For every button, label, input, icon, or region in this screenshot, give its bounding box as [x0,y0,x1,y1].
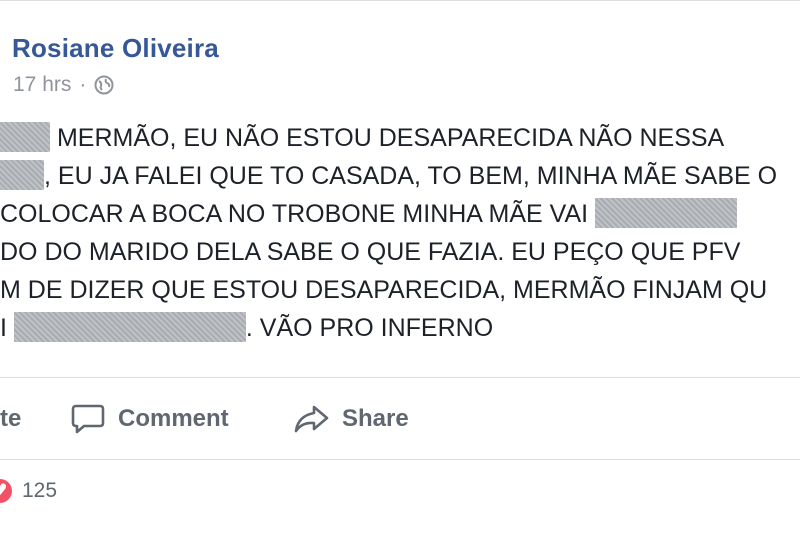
heart-icon [0,479,12,503]
post-line-text: COLOCAR A BOCA NO TROBONE MINHA MÃE VAI [0,200,596,228]
comment-label: Comment [118,405,229,432]
post-line: M DE DIZER QUE ESTOU DESAPARECIDA, MERMÃ… [0,271,800,309]
post-line-text: . VÃO PRO INFERNO [245,314,494,342]
post-line-text: DO DO MARIDO DELA SABE O QUE FAZIA. EU P… [0,238,741,266]
author-name[interactable]: Rosiane Oliveira [12,33,219,64]
share-label: Share [342,405,409,432]
divider [0,377,800,378]
post-text: MERMÃO, EU NÃO ESTOU DESAPARECIDA NÃO NE… [0,119,800,347]
share-icon [292,403,330,435]
post-timestamp[interactable]: 17 hrs [13,73,71,97]
censored-text [0,160,44,191]
like-label: te [0,405,22,432]
post-line-text: MERMÃO, EU NÃO ESTOU DESAPARECIDA NÃO NE… [50,124,725,152]
censored-text [595,198,738,229]
post-meta: 17 hrs · [13,73,114,97]
globe-icon[interactable] [94,75,114,95]
post-card: Rosiane Oliveira 17 hrs · MERMÃO, EU NÃO… [0,0,800,533]
post-line: COLOCAR A BOCA NO TROBONE MINHA MÃE VAI [0,195,800,233]
reaction-count: 125 [22,479,58,502]
censored-text [13,312,246,343]
post-line-text: , EU JA FALEI QUE TO CASADA, TO BEM, MIN… [44,162,778,190]
share-button[interactable]: Share [292,393,409,445]
post-line: , EU JA FALEI QUE TO CASADA, TO BEM, MIN… [0,157,800,195]
comment-button[interactable]: Comment [70,393,229,445]
censored-text [0,122,50,153]
post-line: DO DO MARIDO DELA SABE O QUE FAZIA. EU P… [0,233,800,271]
post-line: I . VÃO PRO INFERNO [0,309,800,347]
post-line-text: M DE DIZER QUE ESTOU DESAPARECIDA, MERMÃ… [0,276,768,304]
post-line: MERMÃO, EU NÃO ESTOU DESAPARECIDA NÃO NE… [0,119,800,157]
post-line-text: I [0,314,14,342]
meta-separator: · [79,73,87,96]
like-button[interactable]: te [0,393,21,445]
divider [0,459,800,460]
comment-icon [70,403,106,435]
reactions-summary[interactable]: 125 [0,479,57,503]
action-bar: te Comment Share [0,393,800,445]
